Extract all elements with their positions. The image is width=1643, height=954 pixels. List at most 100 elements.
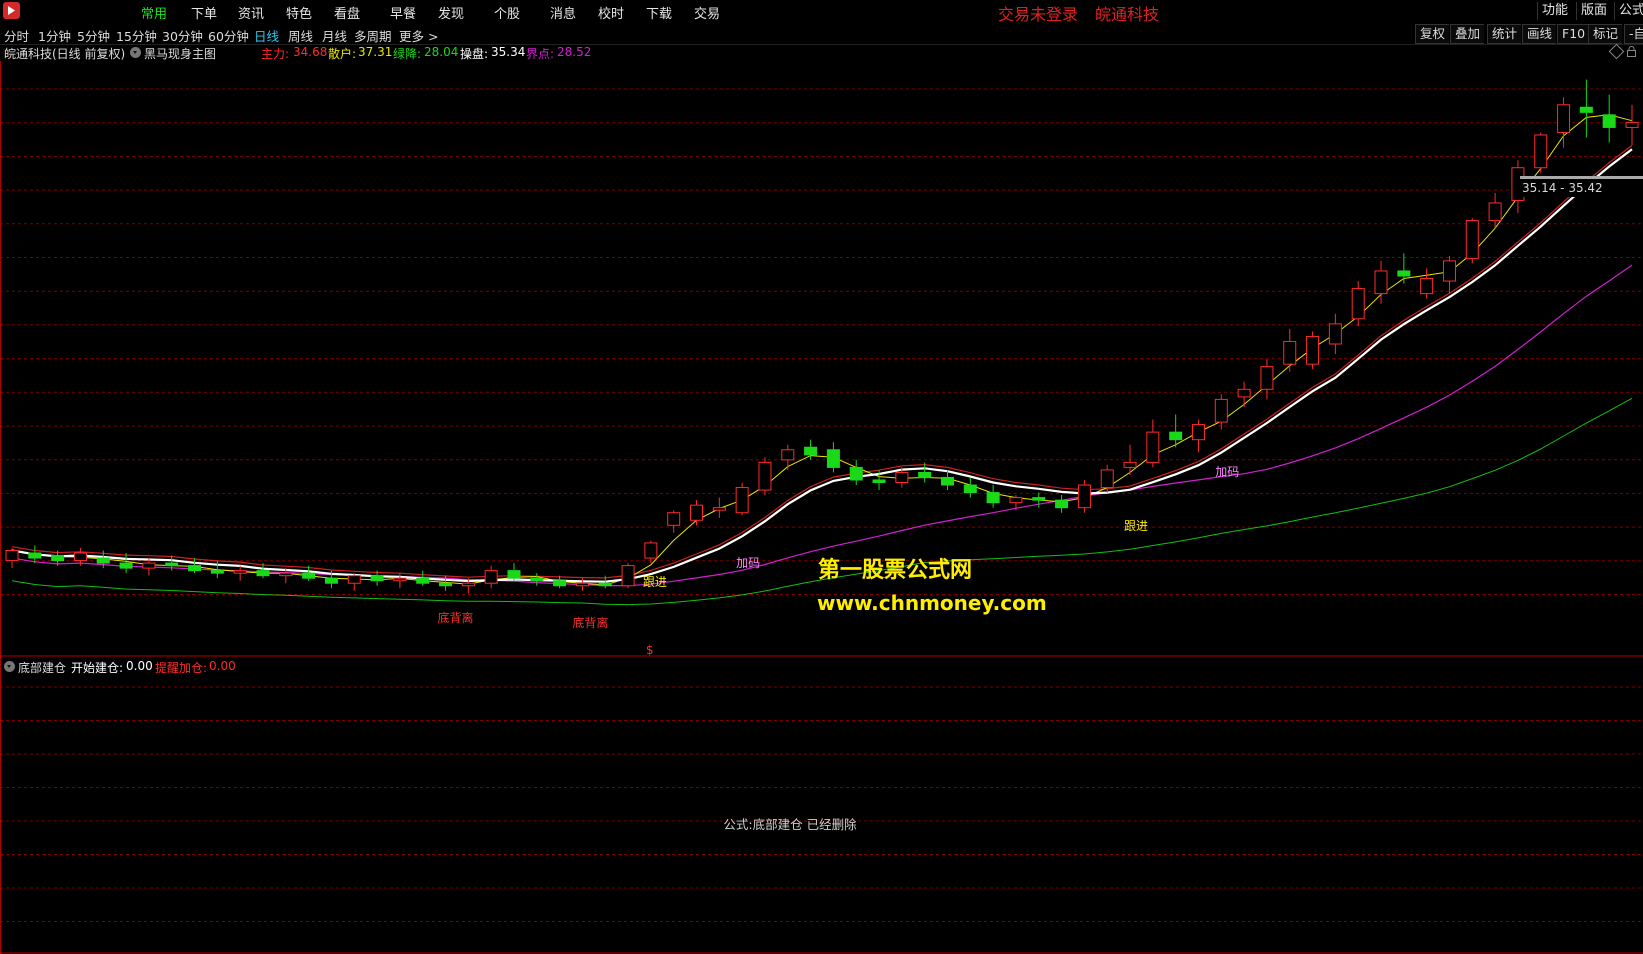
candle-body <box>1123 461 1137 468</box>
candle <box>804 439 818 460</box>
menu-item-gegu[interactable]: 个股 <box>494 3 520 22</box>
candle <box>1579 79 1593 138</box>
candle-body <box>1488 202 1502 222</box>
period-1min[interactable]: 1分钟 <box>38 26 71 45</box>
jiedian-label: 界点: <box>526 47 555 61</box>
menu-item-zaocan[interactable]: 早餐 <box>390 3 416 22</box>
kaishi-value: 0.00 <box>126 659 153 673</box>
candle-body <box>575 582 589 587</box>
candle-body <box>895 471 909 484</box>
candle <box>735 482 749 516</box>
candle <box>1374 260 1388 304</box>
label-jiama-2: 加码 <box>1215 465 1239 479</box>
period-monthly[interactable]: 月线 <box>322 26 347 45</box>
period-60min[interactable]: 60分钟 <box>208 26 249 45</box>
period-daily[interactable]: 日线 <box>254 26 279 45</box>
candle <box>1442 255 1456 294</box>
candle-body <box>1306 335 1320 365</box>
candle-body <box>233 570 247 574</box>
menu-item-changyong[interactable]: 常用 <box>141 3 167 22</box>
candle-body <box>1169 431 1183 441</box>
candle-body <box>1077 484 1091 509</box>
candle <box>1214 394 1228 430</box>
candle-body <box>416 577 430 584</box>
period-5min[interactable]: 5分钟 <box>77 26 110 45</box>
layout-button[interactable]: 版面 <box>1576 2 1611 20</box>
function-button[interactable]: 功能 <box>1537 2 1572 20</box>
menu-item-tese[interactable]: 特色 <box>286 3 312 22</box>
period-15min[interactable]: 15分钟 <box>116 26 157 45</box>
period-more[interactable]: 更多 > <box>399 26 438 45</box>
label-dibeili-2: 底背离 <box>572 615 608 630</box>
lock-icon[interactable] <box>1627 46 1636 57</box>
candle-body <box>1100 469 1114 489</box>
period-weekly[interactable]: 周线 <box>288 26 313 45</box>
menu-item-kanpan[interactable]: 看盘 <box>334 3 360 22</box>
tool-zi[interactable]: -自 <box>1624 24 1643 44</box>
menu-item-xiazai[interactable]: 下载 <box>646 3 672 22</box>
candle-body <box>621 565 635 587</box>
candle-body <box>1374 270 1388 295</box>
tool-biaoji[interactable]: 标记 <box>1588 24 1623 44</box>
candle-body <box>73 552 87 562</box>
candle-body <box>530 577 544 582</box>
candle-body <box>1191 424 1205 441</box>
sub-indicator-panel[interactable] <box>0 657 1643 954</box>
candle <box>826 442 840 473</box>
candle-body <box>142 562 156 569</box>
menu-item-faxian[interactable]: 发现 <box>438 3 464 22</box>
tool-f10[interactable]: F10 <box>1557 24 1590 44</box>
lvjiang-value: 28.04 <box>424 45 459 59</box>
formula-dropdown-icon[interactable] <box>130 47 141 58</box>
candle-body <box>507 570 521 579</box>
candle <box>1557 97 1571 148</box>
caopan-value: 35.34 <box>491 45 526 59</box>
candle-body <box>781 449 795 461</box>
sub-formula-name[interactable]: 底部建仓 <box>18 659 66 676</box>
top-menubar: 常用 下单 资讯 特色 看盘 早餐 发现 个股 消息 校时 下载 交易 交易未登… <box>0 0 1643 24</box>
candle <box>1625 104 1639 146</box>
tixing-value: 0.00 <box>209 659 236 673</box>
menu-item-xiadan[interactable]: 下单 <box>191 3 217 22</box>
candle <box>1146 419 1160 468</box>
period-multi[interactable]: 多周期 <box>354 26 392 45</box>
main-formula-name[interactable]: 黑马现身主图 <box>144 45 216 62</box>
menu-item-xiaoxi[interactable]: 消息 <box>550 3 576 22</box>
indicator-lines <box>11 114 1633 606</box>
candle-body <box>667 512 681 526</box>
candle-body <box>986 492 1000 504</box>
candle-body <box>188 565 202 572</box>
candle <box>1283 328 1297 372</box>
candle <box>1260 359 1274 400</box>
tool-huaxian[interactable]: 画线 <box>1522 24 1557 44</box>
tool-diejia[interactable]: 叠加 <box>1450 24 1485 44</box>
period-30min[interactable]: 30分钟 <box>162 26 203 45</box>
label-genjin-1: 跟进 <box>643 575 667 589</box>
candle-body <box>1465 220 1479 259</box>
candle-body <box>1602 114 1616 128</box>
expand-icon[interactable] <box>1608 43 1625 60</box>
period-fenshi[interactable]: 分时 <box>4 26 29 45</box>
candle <box>849 459 863 486</box>
candle-body <box>51 555 65 562</box>
candle-body <box>758 461 772 491</box>
candle <box>1191 419 1205 453</box>
candle-body <box>553 580 567 587</box>
formula-button[interactable]: 公式 <box>1614 2 1643 20</box>
candle-body <box>872 479 886 483</box>
candle-body <box>1009 497 1023 504</box>
candle <box>575 578 589 591</box>
menu-item-zixun[interactable]: 资讯 <box>238 3 264 22</box>
app-logo-icon[interactable] <box>3 2 20 19</box>
candle-body <box>1283 340 1297 365</box>
yellow-line <box>11 114 1633 586</box>
candle <box>1077 479 1091 513</box>
sanhu-value: 37.31 <box>358 45 393 59</box>
tool-fuquan[interactable]: 复权 <box>1415 24 1450 44</box>
tool-tongji[interactable]: 统计 <box>1487 24 1522 44</box>
menu-item-jiaoyi[interactable]: 交易 <box>694 3 720 22</box>
candle-body <box>1237 388 1251 398</box>
sub-formula-dropdown-icon[interactable] <box>4 661 15 672</box>
candle <box>530 573 544 586</box>
menu-item-jiaoshi[interactable]: 校时 <box>598 3 624 22</box>
